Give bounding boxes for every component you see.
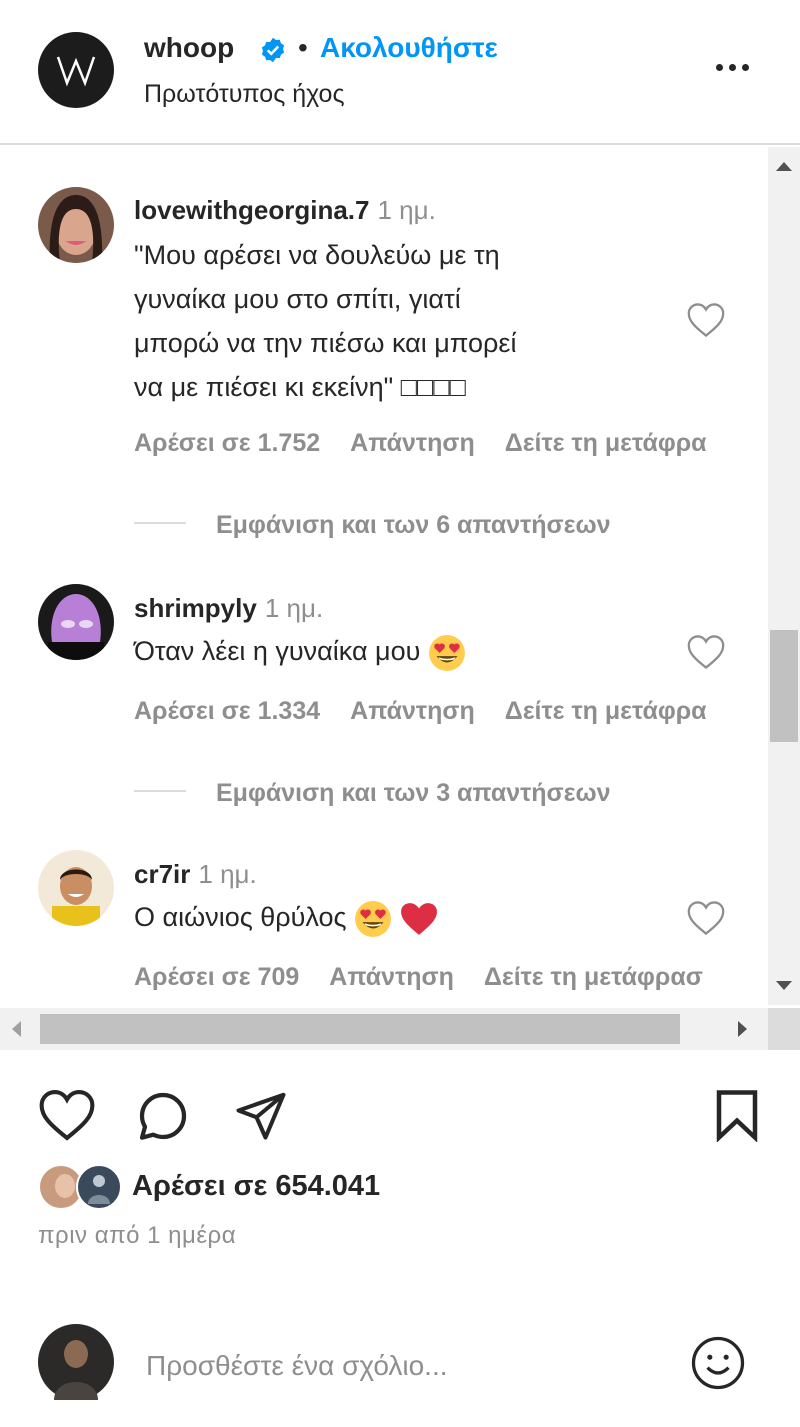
scroll-down-arrow-icon[interactable] <box>776 981 792 990</box>
heart-eyes-emoji-icon <box>428 634 465 671</box>
comment-text-line: "Μου αρέσει να δουλεύω με τη <box>134 240 500 270</box>
comment-username[interactable]: shrimpyly 1 ημ. <box>134 593 323 624</box>
comment-text: Όταν λέει η γυναίκα μου <box>134 629 466 673</box>
more-options-icon[interactable] <box>716 52 758 82</box>
scrollbar-corner <box>768 1008 800 1050</box>
comment-likes-count[interactable]: Αρέσει σε 1.334 <box>134 697 320 725</box>
comment-username[interactable]: cr7ir 1 ημ. <box>134 859 257 890</box>
whoop-logo-icon <box>56 56 96 87</box>
comment-text: "Μου αρέσει να δουλεύω με τη γυναίκα μου… <box>134 233 516 409</box>
reply-button[interactable]: Απάντηση <box>350 429 475 457</box>
comment-text-content: Όταν λέει η γυναίκα μου <box>134 636 421 666</box>
scroll-left-arrow-icon[interactable] <box>12 1021 21 1037</box>
comment-time: 1 ημ. <box>377 195 436 225</box>
bookmark-icon[interactable] <box>712 1088 762 1142</box>
comment-username-text[interactable]: shrimpyly <box>134 593 257 623</box>
original-audio-link[interactable]: Πρωτότυπος ήχος <box>144 80 345 109</box>
comment-meta: Αρέσει σε 709 Απάντηση Δείτε τη μετάφρασ <box>134 963 733 992</box>
see-translation-button[interactable]: Δείτε τη μετάφρα <box>505 697 707 725</box>
post-likes-count[interactable]: Αρέσει σε 654.041 <box>132 1170 380 1203</box>
heart-icon[interactable] <box>38 1088 96 1142</box>
header-username[interactable]: whoop <box>144 32 234 64</box>
reply-button[interactable]: Απάντηση <box>350 697 475 725</box>
avatar-lovewithgeorgina-image <box>38 187 114 263</box>
comment-time: 1 ημ. <box>264 593 324 623</box>
comment-text-content: Ο αιώνιος θρύλος <box>134 902 347 932</box>
vertical-scrollbar[interactable] <box>768 147 800 1005</box>
scroll-right-arrow-icon[interactable] <box>738 1021 747 1037</box>
view-replies-button[interactable]: Εμφάνιση και των 6 απαντήσεων <box>216 511 611 540</box>
post-timestamp[interactable]: πριν από 1 ημέρα <box>38 1222 236 1250</box>
comment-text-line: γυναίκα μου στο σπίτι, γιατί <box>134 284 461 314</box>
like-comment-heart-icon[interactable] <box>686 634 726 670</box>
see-translation-button[interactable]: Δείτε τη μετάφρα <box>505 429 707 457</box>
comment-username-text[interactable]: lovewithgeorgina.7 <box>134 195 370 225</box>
view-replies-button[interactable]: Εμφάνιση και των 3 απαντήσεων <box>216 779 611 808</box>
share-icon[interactable] <box>232 1088 290 1142</box>
comment-time: 1 ημ. <box>198 859 257 889</box>
comment-meta: Αρέσει σε 1.334 Απάντηση Δείτε τη μετάφρα <box>134 697 737 726</box>
avatar[interactable] <box>38 584 114 660</box>
comment-text: Ο αιώνιος θρύλος <box>134 895 438 939</box>
replies-divider <box>134 522 186 524</box>
like-comment-heart-icon[interactable] <box>686 900 726 936</box>
comment-likes-count[interactable]: Αρέσει σε 1.752 <box>134 429 320 457</box>
see-translation-button[interactable]: Δείτε τη μετάφρασ <box>484 963 703 991</box>
vertical-scroll-thumb[interactable] <box>770 630 798 742</box>
comment-meta: Αρέσει σε 1.752 Απάντηση Δείτε τη μετάφρα <box>134 429 737 458</box>
comment-icon[interactable] <box>134 1088 192 1144</box>
follow-button[interactable]: Ακολουθήστε <box>320 32 498 64</box>
comments-list: lovewithgeorgina.7 1 ημ. "Μου αρέσει να δ… <box>0 147 800 1050</box>
avatar-cr7ir-image <box>38 850 114 926</box>
comment-text-line: μπορώ να την πιέσω και μπορεί <box>134 328 517 358</box>
comment-text-line: να με πιέσει κι εκείνη" □□□□ <box>134 372 466 402</box>
reply-button[interactable]: Απάντηση <box>329 963 454 991</box>
whoop-avatar[interactable] <box>38 32 114 108</box>
avatar-shrimpyly-image <box>38 584 114 660</box>
avatar[interactable] <box>38 850 114 926</box>
scroll-up-arrow-icon[interactable] <box>776 162 792 171</box>
comment-username[interactable]: lovewithgeorgina.7 1 ημ. <box>134 195 436 226</box>
current-user-avatar <box>38 1324 114 1400</box>
comment-username-text[interactable]: cr7ir <box>134 859 190 889</box>
add-comment-input[interactable] <box>146 1344 666 1388</box>
header-separator: • <box>298 32 308 63</box>
horizontal-scroll-thumb[interactable] <box>40 1014 680 1044</box>
verified-badge-icon <box>261 37 285 63</box>
liked-by-avatar[interactable] <box>76 1164 122 1210</box>
heart-eyes-emoji-icon <box>355 900 391 937</box>
avatar[interactable] <box>38 187 114 263</box>
like-comment-heart-icon[interactable] <box>686 302 726 338</box>
post-header: whoop • Ακολουθήστε Πρωτότυπος ήχος <box>0 0 800 145</box>
comment-likes-count[interactable]: Αρέσει σε 709 <box>134 963 299 991</box>
emoji-icon[interactable] <box>690 1335 746 1391</box>
replies-divider <box>134 790 186 792</box>
red-heart-emoji-icon <box>400 903 437 935</box>
